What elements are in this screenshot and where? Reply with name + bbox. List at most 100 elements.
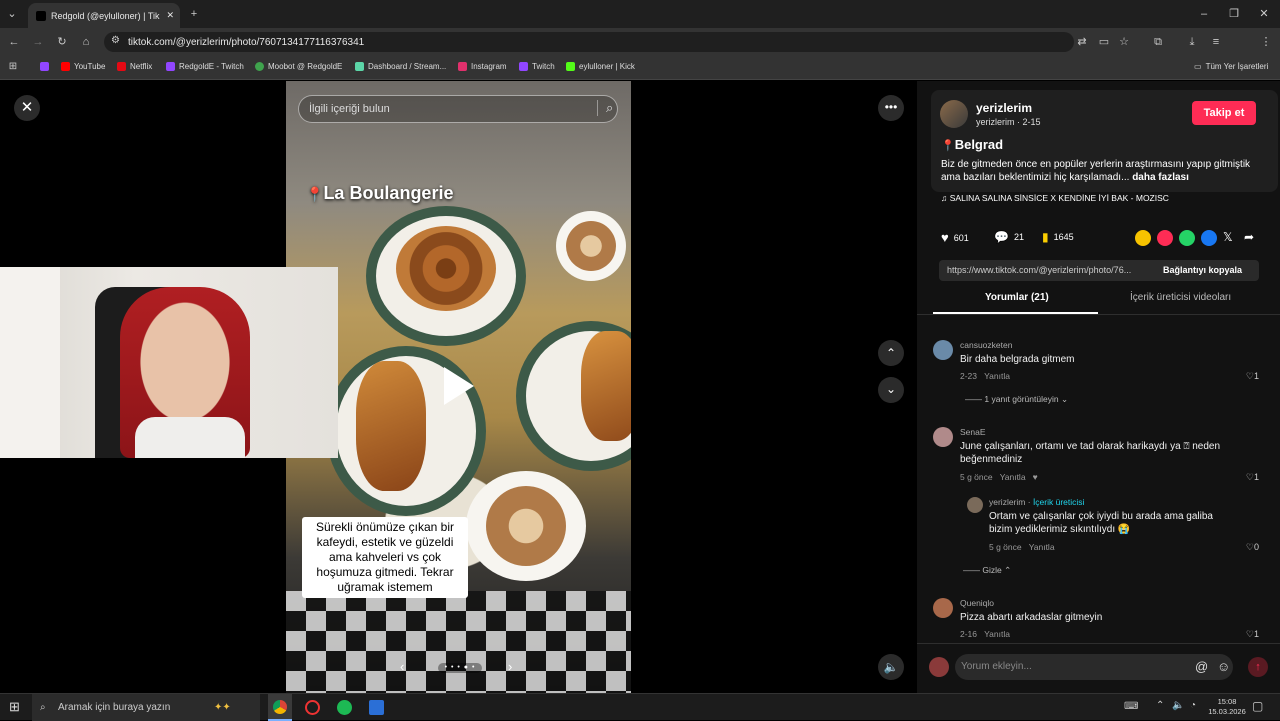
download-icon[interactable]: ⤓ [1184, 34, 1200, 50]
repost-icon[interactable] [1135, 230, 1151, 246]
reply-button[interactable]: Yanıtla [984, 371, 1010, 381]
next-photo-icon[interactable]: › [508, 659, 512, 674]
commenter-name[interactable]: Queniqlo [960, 598, 994, 608]
menu-icon[interactable]: ⋮ [1258, 34, 1274, 50]
taskbar-chrome[interactable] [268, 694, 292, 721]
hide-replies-button[interactable]: —— Gizle ⌃ [963, 565, 1011, 576]
bookmark-twitch[interactable]: Twitch [519, 62, 555, 71]
whatsapp-icon[interactable] [1179, 230, 1195, 246]
comment-input[interactable]: Yorum ekleyin... @ ☺ [955, 654, 1233, 680]
bookmark-twitch-redgolde[interactable]: RedgoldE - Twitch [166, 62, 244, 71]
commenter-avatar[interactable] [933, 427, 953, 447]
previous-post-button[interactable]: ⌃ [878, 340, 904, 366]
tray-chevron-icon[interactable]: ⌃ [1156, 700, 1164, 711]
window-close-icon[interactable]: ✕ [1256, 6, 1272, 22]
bookmark-dashboard[interactable]: Dashboard / Stream... [355, 62, 446, 71]
comment-like-button[interactable]: ♡1 [1246, 629, 1259, 640]
bookmark-item[interactable] [40, 62, 49, 71]
mention-icon[interactable]: @ [1195, 654, 1208, 680]
send-icon[interactable] [1157, 230, 1173, 246]
search-icon[interactable]: ⌕ [597, 100, 613, 116]
restore-icon[interactable]: ❐ [1226, 6, 1242, 22]
reply-item: yerizlerim · İçerik üreticisi Ortam ve ç… [963, 497, 1273, 577]
commenter-name[interactable]: cansuozketen [960, 340, 1012, 350]
forward-icon[interactable]: → [30, 34, 46, 50]
minimize-icon[interactable]: – [1196, 6, 1212, 22]
comment-like-button[interactable]: ♡0 [1246, 542, 1259, 553]
prev-photo-icon[interactable]: ‹ [400, 659, 404, 674]
x-icon[interactable]: 𝕏 [1223, 230, 1233, 244]
more-link[interactable]: daha fazlası [1132, 172, 1189, 183]
photo-pagination-dots[interactable]: • • • ● • [438, 663, 482, 673]
site-info-icon[interactable]: ⚙ [111, 35, 120, 46]
cast-icon[interactable]: ▭ [1096, 34, 1112, 50]
reply-button[interactable]: Yanıtla [984, 629, 1010, 639]
bookmark-kick[interactable]: eylulloner | Kick [566, 62, 635, 71]
notifications-icon[interactable]: ▢ [1252, 699, 1263, 713]
tab-strip: ⌄ Redgold (@eylulloner) | Tik ✕ + – ❐ ✕ [0, 0, 1280, 28]
save-button[interactable]: ▮ 1645 [1042, 230, 1074, 244]
emoji-icon[interactable]: ☺ [1217, 654, 1230, 680]
reply-button[interactable]: Yanıtla [1029, 542, 1055, 552]
author-avatar[interactable] [940, 100, 968, 128]
next-post-button[interactable]: ⌄ [878, 377, 904, 403]
network-icon[interactable]: ◔ [1190, 700, 1196, 711]
like-button[interactable]: ♥ 601 [941, 230, 969, 245]
reading-list-icon[interactable]: ≡ [1208, 34, 1224, 50]
reload-icon[interactable]: ↻ [54, 34, 70, 50]
back-icon[interactable]: ← [6, 34, 22, 50]
commenter-avatar[interactable] [933, 340, 953, 360]
taskbar-search[interactable]: ⌕ Aramak için buraya yazın ✦✦ [32, 694, 260, 721]
related-search-input[interactable]: İlgili içeriği bulun ⌕ [298, 95, 618, 123]
tab-search-icon[interactable]: ⌄ [4, 6, 20, 22]
tab-creator-videos[interactable]: İçerik üreticisi videoları [1130, 292, 1231, 303]
home-icon[interactable]: ⌂ [78, 34, 94, 50]
comment-count-button[interactable]: 💬 21 [994, 230, 1024, 244]
share-icon[interactable]: ➦ [1244, 230, 1254, 244]
address-bar[interactable]: ⚙ tiktok.com/@yerizlerim/photo/760713417… [104, 32, 1074, 52]
music-info[interactable]: ♫ SALINA SALINA SİNSİCE X KENDİNE İYİ BA… [941, 193, 1169, 203]
croissant-image [356, 361, 426, 491]
new-tab-icon[interactable]: + [186, 6, 202, 22]
clock[interactable]: 15:08 15.03.2026 [1206, 697, 1248, 717]
translate-icon[interactable]: ⇄ [1074, 34, 1090, 50]
apps-icon[interactable]: ⊞ [5, 59, 21, 75]
browser-tab[interactable]: Redgold (@eylulloner) | Tik ✕ [28, 3, 180, 28]
bookmark-youtube[interactable]: YouTube [61, 62, 105, 71]
word-icon[interactable] [369, 700, 384, 715]
facebook-icon[interactable] [1201, 230, 1217, 246]
extensions-icon[interactable]: ⧉ [1150, 34, 1166, 50]
mute-button[interactable]: 🔈 [878, 654, 904, 680]
author-username[interactable]: yerizlerim [976, 101, 1032, 115]
comment-like-button[interactable]: ♡1 [1246, 371, 1259, 382]
comment-meta: 5 g önce Yanıtla [989, 542, 1055, 552]
tab-comments[interactable]: Yorumlar (21) [985, 292, 1049, 303]
reply-button[interactable]: Yanıtla [1000, 472, 1026, 482]
commenter-avatar[interactable] [967, 497, 983, 513]
all-bookmarks[interactable]: ▭ Tüm Yer İşaretleri [1194, 62, 1268, 71]
view-replies-button[interactable]: —— 1 yanıt görüntüleyin ⌄ [965, 394, 1068, 405]
tab-close-icon[interactable]: ✕ [166, 10, 174, 21]
follow-button[interactable]: Takip et [1192, 101, 1256, 125]
webcam-overlay [0, 267, 338, 458]
copy-link-button[interactable]: Bağlantıyı kopyala [1163, 265, 1242, 275]
bookmark-instagram[interactable]: Instagram [458, 62, 507, 71]
bookmark-star-icon[interactable]: ☆ [1116, 34, 1132, 50]
creator-badge: İçerik üreticisi [1032, 497, 1085, 507]
play-icon[interactable] [444, 367, 474, 405]
close-viewer-button[interactable]: ✕ [14, 95, 40, 121]
commenter-name[interactable]: yerizlerim · İçerik üreticisi [989, 497, 1084, 507]
post-comment-button[interactable]: ↑ [1248, 657, 1268, 677]
windows-start-icon[interactable]: ⊞ [9, 699, 20, 715]
obs-icon[interactable] [305, 700, 320, 715]
keyboard-icon[interactable]: ⌨ [1124, 701, 1138, 712]
bookmark-moobot[interactable]: Moobot @ RedgoldE [255, 62, 342, 71]
comment-like-button[interactable]: ♡1 [1246, 472, 1259, 483]
bookmark-netflix[interactable]: Netflix [117, 62, 152, 71]
commenter-avatar[interactable] [933, 598, 953, 618]
commenter-name[interactable]: SenaE [960, 427, 986, 437]
speaker-icon: 🔈 [883, 660, 899, 674]
spotify-icon[interactable] [337, 700, 352, 715]
volume-icon[interactable]: 🔈 [1172, 700, 1184, 711]
more-options-button[interactable]: ••• [878, 95, 904, 121]
